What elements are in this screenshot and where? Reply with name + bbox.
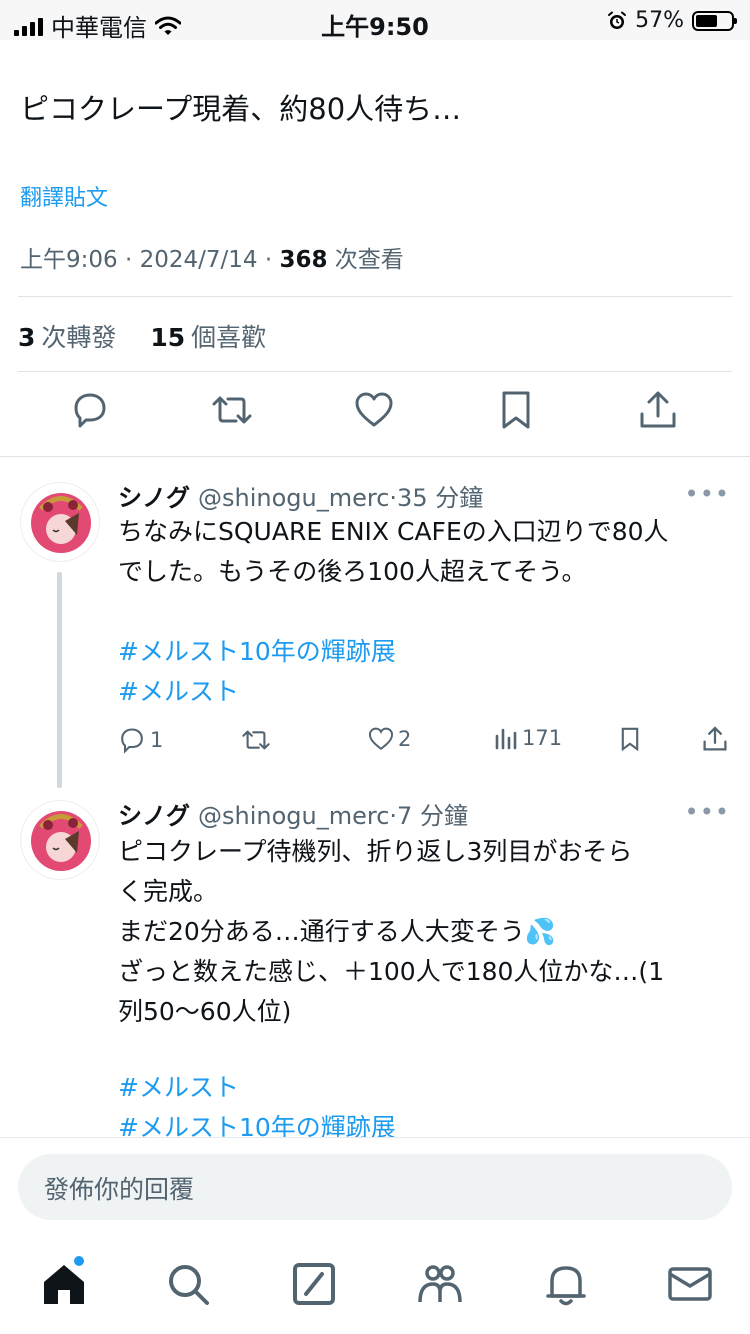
reply-line: まだ20分ある…通行する人大変そう💦	[118, 917, 556, 946]
share-button[interactable]	[702, 726, 728, 752]
hashtag-link[interactable]: #メルスト10年の輝跡展	[118, 632, 728, 672]
more-options-icon[interactable]: •••	[685, 480, 730, 508]
hashtag-link[interactable]: #メルスト	[118, 1068, 728, 1108]
notification-dot	[74, 1256, 84, 1266]
header-dot: ·	[389, 802, 398, 830]
reposts-stat[interactable]: 3 次轉發	[18, 323, 116, 352]
communities-icon[interactable]	[416, 1260, 464, 1308]
reply-placeholder: 發佈你的回覆	[44, 1175, 195, 1204]
reply-line: ピコクレープ待機列、折り返し3列目がおそら	[118, 837, 633, 866]
analytics-icon	[495, 728, 517, 750]
main-tweet-actions	[0, 390, 750, 440]
grok-icon[interactable]	[290, 1260, 338, 1308]
reply-line: く完成。	[118, 877, 219, 906]
like-count: 2	[398, 727, 412, 751]
meta-dot: ·	[124, 247, 140, 273]
like-button[interactable]: 2	[368, 726, 411, 752]
translate-post-link[interactable]: 翻譯貼文	[20, 180, 108, 212]
like-icon	[368, 727, 394, 750]
view-count: 171	[522, 726, 563, 750]
author-handle[interactable]: @shinogu_merc	[198, 802, 389, 830]
reply-count: 1	[150, 728, 164, 752]
like-icon[interactable]	[354, 390, 394, 430]
avatar[interactable]	[20, 482, 100, 562]
home-icon[interactable]	[40, 1260, 88, 1308]
reply-icon	[121, 728, 143, 754]
reply-button[interactable]: 1	[118, 726, 163, 754]
messages-icon[interactable]	[666, 1260, 714, 1308]
battery-percent: 57%	[635, 8, 684, 33]
main-tweet-text: ピコクレープ現着、約80人待ち…	[20, 92, 462, 126]
divider	[0, 456, 750, 457]
repost-icon	[242, 730, 270, 750]
reply-time: 35 分鐘	[397, 484, 484, 512]
divider	[18, 371, 732, 372]
author-handle[interactable]: @shinogu_merc	[198, 484, 389, 512]
meta-dot: ·	[264, 247, 280, 273]
status-right: 57%	[607, 8, 737, 33]
share-icon	[703, 726, 727, 751]
author-name[interactable]: シノグ	[118, 484, 190, 512]
tweet-date: 2024/7/14	[139, 247, 258, 273]
likes-stat[interactable]: 15 個喜歡	[150, 323, 266, 352]
tweet-meta: 上午9:06 · 2024/7/14 · 368 次查看	[20, 240, 404, 274]
tab-bar	[0, 1240, 750, 1334]
reposts-label: 次轉發	[41, 323, 117, 352]
search-icon[interactable]	[164, 1260, 212, 1308]
bookmark-icon[interactable]	[496, 390, 536, 430]
avatar-image	[31, 811, 91, 871]
reply-line: 列50〜60人位)	[118, 997, 292, 1026]
battery-icon	[692, 10, 737, 31]
reply-actions: 1 2 171	[0, 726, 750, 756]
reply-header: シノグ @shinogu_merc·7 分鐘	[118, 796, 468, 831]
reposts-count: 3	[18, 323, 36, 352]
status-bar: 中華電信 上午9:50 57%	[0, 0, 750, 42]
avatar-image	[31, 493, 91, 553]
reply-header: シノグ @shinogu_merc·35 分鐘	[118, 478, 483, 513]
avatar[interactable]	[20, 800, 100, 880]
reply-input[interactable]: 發佈你的回覆	[18, 1154, 732, 1220]
author-name[interactable]: シノグ	[118, 802, 190, 830]
views-count: 368	[279, 247, 328, 273]
likes-count: 15	[150, 323, 186, 352]
reply-body: ピコクレープ待機列、折り返し3列目がおそら く完成。 まだ20分ある…通行する人…	[118, 832, 728, 1148]
reply-line: ざっと数えた感じ、＋100人で180人位かな…(1	[118, 957, 665, 986]
bookmark-icon	[621, 727, 639, 752]
divider	[18, 296, 732, 297]
bookmark-button[interactable]	[618, 726, 642, 752]
reply-line: ちなみにSQUARE ENIX CAFEの入口辺りで80人	[118, 517, 669, 546]
reply-icon[interactable]	[70, 390, 110, 430]
repost-button[interactable]	[242, 726, 270, 754]
notifications-icon[interactable]	[542, 1260, 590, 1308]
engagement-stats: 3 次轉發 15 個喜歡	[18, 318, 266, 354]
repost-icon[interactable]	[212, 390, 252, 430]
alarm-icon	[608, 11, 627, 29]
likes-label: 個喜歡	[191, 323, 267, 352]
divider	[0, 1137, 750, 1138]
hashtag-link[interactable]: #メルスト	[118, 672, 728, 712]
header-dot: ·	[389, 484, 398, 512]
more-options-icon[interactable]: •••	[685, 798, 730, 826]
reply-body: ちなみにSQUARE ENIX CAFEの入口辺りで80人 でした。もうその後ろ…	[118, 512, 728, 712]
share-icon[interactable]	[638, 390, 678, 430]
views-label: 次查看	[334, 247, 404, 273]
views-button[interactable]: 171	[494, 726, 562, 750]
tweet-time: 上午9:06	[20, 247, 118, 273]
reply-line: でした。もうその後ろ100人超えてそう。	[118, 557, 587, 586]
reply-time: 7 分鐘	[397, 802, 468, 830]
